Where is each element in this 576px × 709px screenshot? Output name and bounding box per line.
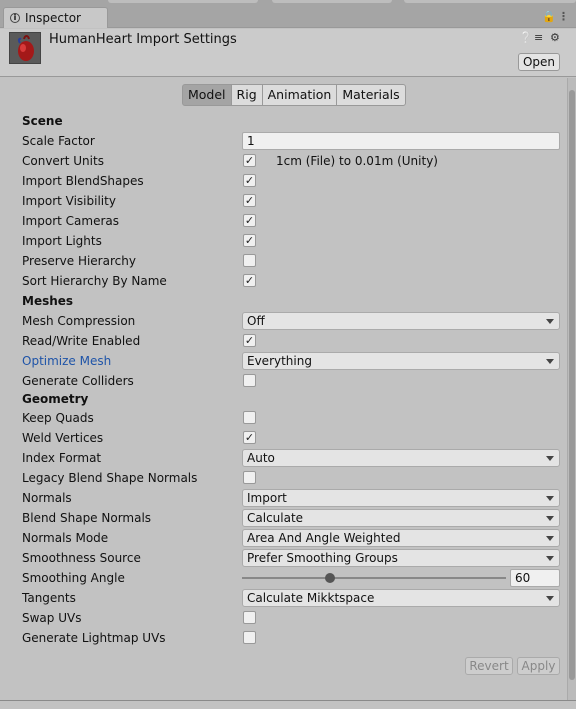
smoothness-source-dropdown[interactable]: Prefer Smoothing Groups [242,549,560,567]
scale-factor-label: Scale Factor [22,134,95,148]
keep-quads-label: Keep Quads [22,411,94,425]
mesh-compression-label: Mesh Compression [22,314,136,328]
read-write-label: Read/Write Enabled [22,334,141,348]
import-settings-header: HumanHeart Import Settings ❔ ≡ ⚙ Open [0,29,576,77]
sort-hierarchy-checkbox[interactable]: ✓ [243,274,256,287]
preserve-hierarchy-label: Preserve Hierarchy [22,254,136,268]
optimize-mesh-label: Optimize Mesh [22,354,112,368]
import-visibility-checkbox[interactable]: ✓ [243,194,256,207]
page-title: HumanHeart Import Settings [49,32,237,47]
normals-value: Import [247,491,287,505]
import-lights-label: Import Lights [22,234,102,248]
meshes-heading: Meshes [22,294,74,308]
weld-vertices-checkbox[interactable]: ✓ [243,431,256,444]
inspector-content: Model Rig Animation Materials Scene Scal… [0,78,567,700]
mesh-compression-value: Off [247,314,265,328]
scrollbar[interactable] [567,78,576,700]
smoothing-angle-slider[interactable] [242,577,506,579]
smoothness-source-value: Prefer Smoothing Groups [247,551,398,565]
tab-model[interactable]: Model [182,84,232,106]
normals-label: Normals [22,491,72,505]
apply-button[interactable]: Apply [517,657,560,675]
chevron-down-icon [546,496,554,501]
import-blendshapes-checkbox[interactable]: ✓ [243,174,256,187]
import-cameras-checkbox[interactable]: ✓ [243,214,256,227]
normals-dropdown[interactable]: Import [242,489,560,507]
tab-materials[interactable]: Materials [336,84,406,106]
window-tab-bar: i Inspector 🔒 ⋮ [0,6,576,28]
import-blendshapes-label: Import BlendShapes [22,174,144,188]
convert-units-note: 1cm (File) to 0.01m (Unity) [276,154,438,168]
kebab-menu-icon[interactable]: ⋮ [558,10,569,23]
generate-lightmap-label: Generate Lightmap UVs [22,631,166,645]
generate-lightmap-checkbox[interactable] [243,631,256,644]
mode-tabs: Model Rig Animation Materials [182,84,406,106]
optimize-mesh-dropdown[interactable]: Everything [242,352,560,370]
legacy-blend-checkbox[interactable] [243,471,256,484]
lock-icon[interactable]: 🔒 [542,10,556,23]
tab-animation[interactable]: Animation [261,84,338,106]
tangents-label: Tangents [22,591,76,605]
blend-shape-normals-value: Calculate [247,511,304,525]
chevron-down-icon [546,536,554,541]
geometry-heading: Geometry [22,392,89,406]
revert-button[interactable]: Revert [465,657,513,675]
import-lights-checkbox[interactable]: ✓ [243,234,256,247]
sort-hierarchy-label: Sort Hierarchy By Name [22,274,167,288]
swap-uvs-label: Swap UVs [22,611,82,625]
index-format-dropdown[interactable]: Auto [242,449,560,467]
generate-colliders-checkbox[interactable] [243,374,256,387]
index-format-label: Index Format [22,451,102,465]
chevron-down-icon [546,359,554,364]
chevron-down-icon [546,516,554,521]
help-icon[interactable]: ❔ [519,31,533,44]
mesh-compression-dropdown[interactable]: Off [242,312,560,330]
tangents-dropdown[interactable]: Calculate Mikktspace [242,589,560,607]
optimize-mesh-value: Everything [247,354,312,368]
info-icon: i [10,13,20,23]
chevron-down-icon [546,556,554,561]
import-visibility-label: Import Visibility [22,194,116,208]
chevron-down-icon [546,596,554,601]
smoothing-angle-label: Smoothing Angle [22,571,125,585]
normals-mode-dropdown[interactable]: Area And Angle Weighted [242,529,560,547]
normals-mode-label: Normals Mode [22,531,109,545]
scrollbar-thumb[interactable] [569,90,575,680]
swap-uvs-checkbox[interactable] [243,611,256,624]
preset-sliders-icon[interactable]: ≡ [534,31,543,44]
scale-factor-input[interactable]: 1 [242,132,560,150]
keep-quads-checkbox[interactable] [243,411,256,424]
index-format-value: Auto [247,451,275,465]
normals-mode-value: Area And Angle Weighted [247,531,401,545]
legacy-blend-label: Legacy Blend Shape Normals [22,471,198,485]
import-cameras-label: Import Cameras [22,214,119,228]
smoothness-source-label: Smoothness Source [22,551,141,565]
tab-rig[interactable]: Rig [230,84,263,106]
bottom-divider [0,700,576,709]
preserve-hierarchy-checkbox[interactable] [243,254,256,267]
generate-colliders-label: Generate Colliders [22,374,134,388]
gear-icon[interactable]: ⚙ [550,31,560,44]
inspector-tab-label: Inspector [25,11,81,25]
tangents-value: Calculate Mikktspace [247,591,375,605]
chevron-down-icon [546,319,554,324]
scene-heading: Scene [22,114,63,128]
smoothing-angle-slider-handle[interactable] [324,573,335,583]
inspector-tab[interactable]: i Inspector [3,7,108,28]
heart-model-thumbnail [9,32,41,64]
open-button[interactable]: Open [518,53,560,71]
convert-units-label: Convert Units [22,154,104,168]
blend-shape-normals-dropdown[interactable]: Calculate [242,509,560,527]
weld-vertices-label: Weld Vertices [22,431,104,445]
chevron-down-icon [546,456,554,461]
read-write-checkbox[interactable]: ✓ [243,334,256,347]
blend-shape-normals-label: Blend Shape Normals [22,511,152,525]
smoothing-angle-input[interactable]: 60 [510,569,560,587]
convert-units-checkbox[interactable]: ✓ [243,154,256,167]
